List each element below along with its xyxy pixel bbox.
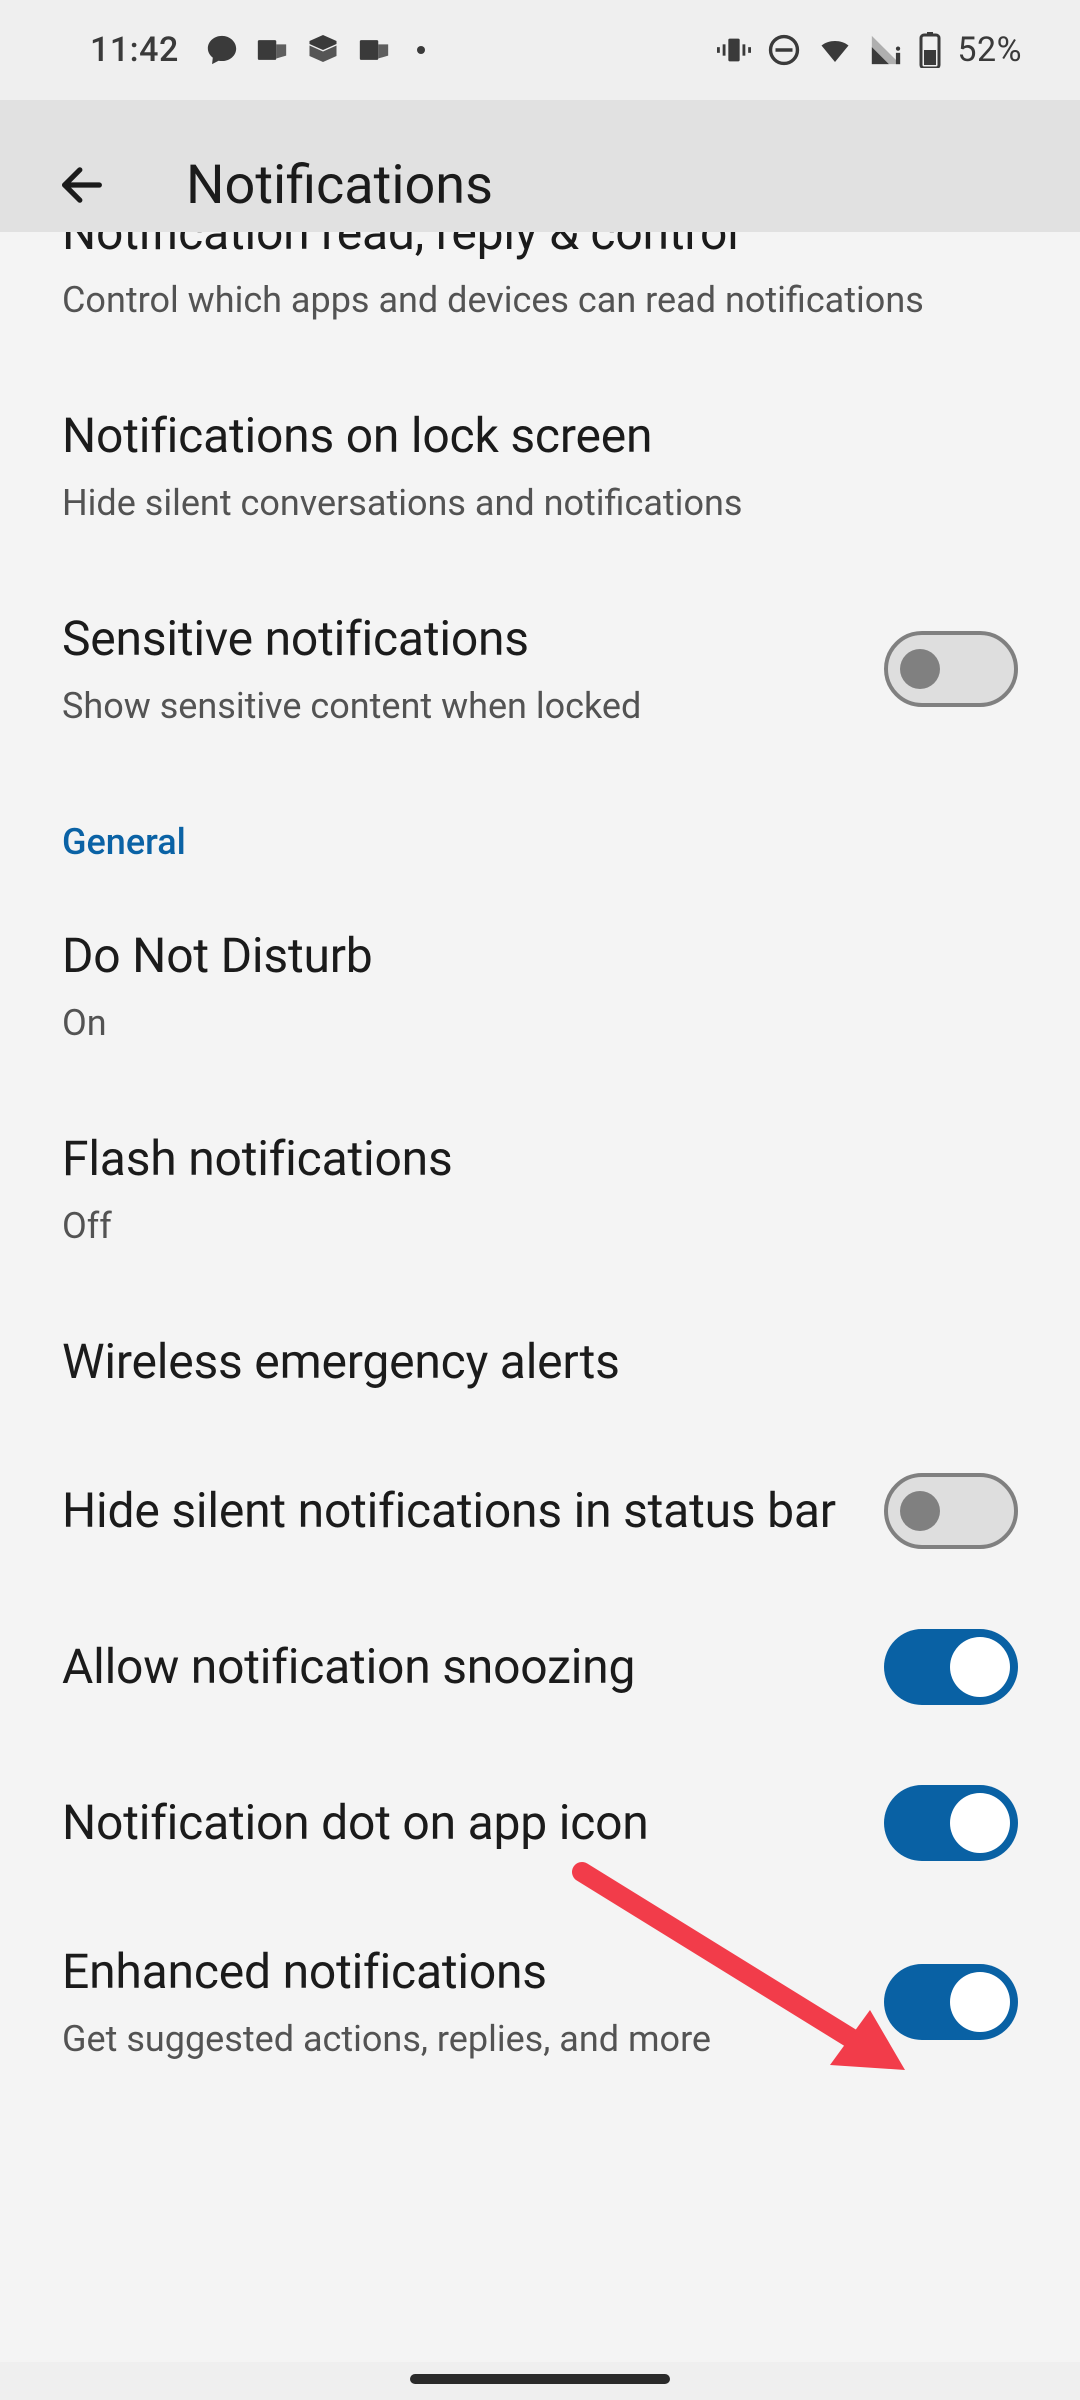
setting-notification-read-reply[interactable]: Notification read, reply & control Contr… (0, 232, 1080, 365)
gesture-nav-bar[interactable] (410, 2374, 670, 2384)
do-not-disturb-icon (767, 33, 801, 67)
setting-allow-notification-snoozing[interactable]: Allow notification snoozing (0, 1589, 1080, 1745)
setting-title: Do Not Disturb (62, 925, 1018, 987)
setting-subtitle: Get suggested actions, replies, and more (62, 2015, 854, 2064)
setting-title: Allow notification snoozing (62, 1636, 854, 1698)
setting-title: Flash notifications (62, 1128, 1018, 1190)
status-bar: 11:42 52% (0, 0, 1080, 100)
enhanced-notifications-toggle[interactable] (884, 1964, 1018, 2040)
setting-title: Notification dot on app icon (62, 1792, 854, 1854)
setting-notification-dot[interactable]: Notification dot on app icon (0, 1745, 1080, 1901)
setting-title: Notification read, reply & control (62, 232, 739, 264)
section-header-general: General (0, 771, 1080, 885)
setting-title: Enhanced notifications (62, 1941, 854, 2003)
outlook-icon (255, 33, 289, 67)
setting-flash-notifications[interactable]: Flash notifications Off (0, 1088, 1080, 1291)
notification-dot-toggle[interactable] (884, 1785, 1018, 1861)
signal-icon (869, 33, 903, 67)
content-scroll[interactable]: Notification read, reply & control Contr… (0, 232, 1080, 2362)
page-title: Notifications (186, 154, 493, 217)
setting-wireless-emergency-alerts[interactable]: Wireless emergency alerts (0, 1291, 1080, 1433)
more-notifications-dot-icon (417, 46, 425, 54)
setting-sensitive-notifications[interactable]: Sensitive notifications Show sensitive c… (0, 568, 1080, 771)
setting-title: Wireless emergency alerts (62, 1331, 1018, 1393)
battery-icon (919, 32, 941, 68)
setting-title: Hide silent notifications in status bar (62, 1480, 854, 1542)
allow-snoozing-toggle[interactable] (884, 1629, 1018, 1705)
status-right: 52% (717, 30, 1022, 70)
setting-do-not-disturb[interactable]: Do Not Disturb On (0, 885, 1080, 1088)
setting-title: Sensitive notifications (62, 608, 854, 670)
setting-hide-silent-status-bar[interactable]: Hide silent notifications in status bar (0, 1433, 1080, 1589)
setting-lock-screen-notifications[interactable]: Notifications on lock screen Hide silent… (0, 365, 1080, 568)
hide-silent-toggle[interactable] (884, 1473, 1018, 1549)
back-button[interactable] (38, 141, 126, 229)
box-icon (305, 32, 341, 68)
setting-subtitle: Show sensitive content when locked (62, 682, 854, 731)
setting-subtitle: Hide silent conversations and notificati… (62, 479, 1018, 528)
setting-title: Notifications on lock screen (62, 405, 1018, 467)
speech-bubble-icon (205, 33, 239, 67)
setting-subtitle: On (62, 999, 1018, 1048)
battery-percent: 52% (957, 30, 1022, 70)
vibrate-icon (717, 33, 751, 67)
status-time: 11:42 (90, 30, 179, 70)
arrow-back-icon (56, 159, 108, 211)
setting-subtitle: Off (62, 1202, 1018, 1251)
sensitive-notifications-toggle[interactable] (884, 631, 1018, 707)
status-left: 11:42 (90, 30, 425, 70)
outlook-icon-2 (357, 33, 391, 67)
setting-subtitle: Control which apps and devices can read … (62, 276, 1018, 325)
setting-enhanced-notifications[interactable]: Enhanced notifications Get suggested act… (0, 1901, 1080, 2104)
wifi-icon (817, 32, 853, 68)
